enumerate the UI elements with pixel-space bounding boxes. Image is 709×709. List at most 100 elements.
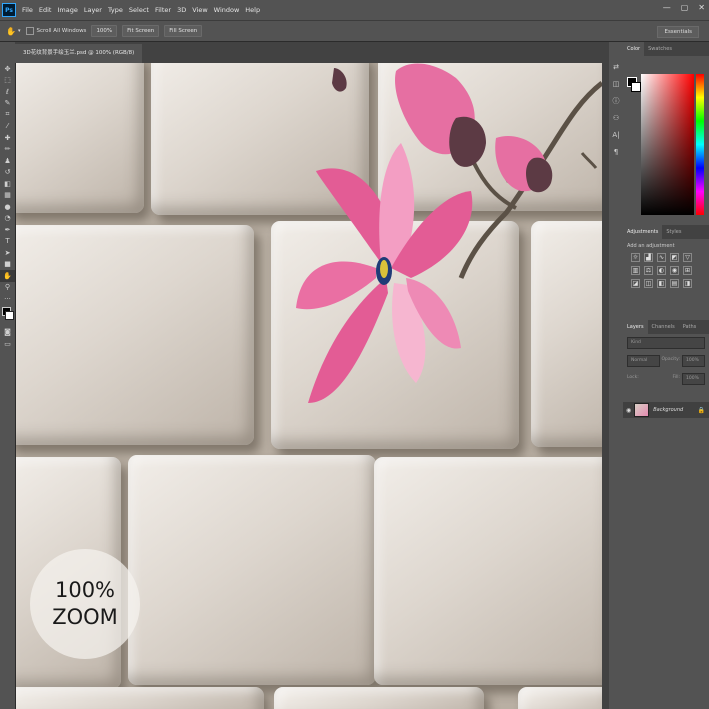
gradient-icon[interactable]: ▦ [0, 190, 15, 202]
threshold-icon[interactable]: ◧ [657, 279, 666, 288]
adjustments-panel: Adjustments Styles Add an adjustment ☼ ▟… [623, 225, 709, 320]
tab-styles[interactable]: Styles [662, 225, 685, 239]
type-icon[interactable]: T [0, 236, 15, 248]
lasso-icon[interactable]: ℓ [0, 86, 15, 98]
close-icon[interactable]: ✕ [698, 3, 705, 12]
tools-panel: ✥ ⬚ ℓ ✎ ⌗ ⁄ ✚ ✏ ♟ ↺ ◧ ▦ ● ◔ ✒ T ➤ ■ ✋ ⚲ … [0, 63, 16, 709]
zoom-badge: 100% ZOOM [30, 549, 140, 659]
opacity-field[interactable]: 100% [682, 355, 705, 367]
quick-select-icon[interactable]: ✎ [0, 98, 15, 110]
eyedropper-icon[interactable]: ⁄ [0, 121, 15, 133]
tab-adjustments[interactable]: Adjustments [623, 225, 663, 239]
minimize-icon[interactable]: — [663, 3, 671, 12]
rectangle-icon[interactable]: ■ [0, 259, 15, 271]
hand-icon[interactable]: ✋ [0, 270, 15, 282]
move-icon[interactable]: ✥ [0, 63, 15, 75]
zoom-icon[interactable]: ⚲ [0, 282, 15, 294]
window-controls: — ▢ ✕ [663, 3, 705, 12]
fill-screen-button[interactable]: Fill Screen [164, 25, 203, 37]
vibrance-icon[interactable]: ▽ [683, 253, 692, 262]
healing-icon[interactable]: ✚ [0, 132, 15, 144]
panel-icon-strip: ⇄ ◫ ⓘ ⚇ A| ¶ [609, 42, 624, 709]
scroll-all-label: Scroll All Windows [36, 28, 87, 34]
tab-paths[interactable]: Paths [679, 320, 701, 334]
fill-field[interactable]: 100% [682, 373, 705, 385]
menu-file[interactable]: File [19, 6, 36, 14]
hue-saturation-icon[interactable]: ▥ [631, 266, 640, 275]
menu-type[interactable]: Type [105, 6, 126, 14]
path-select-icon[interactable]: ➤ [0, 247, 15, 259]
color-balance-icon[interactable]: ⚖ [644, 266, 653, 275]
fit-screen-button[interactable]: Fit Screen [122, 25, 160, 37]
fill-label: Fill: [672, 375, 680, 380]
color-swatches-icon[interactable] [0, 305, 15, 327]
scroll-all-checkbox[interactable] [26, 27, 35, 35]
brightness-icon[interactable]: ☼ [631, 253, 640, 262]
info-icon[interactable]: ⓘ [609, 92, 623, 109]
adjustments-panel-tabs: Adjustments Styles [623, 225, 709, 239]
document-tab[interactable]: 3D花纹背景手绘玉兰.psd @ 100% (RGB/8) [15, 44, 143, 63]
selective-color-icon[interactable]: ◨ [683, 279, 692, 288]
character-icon[interactable]: A| [609, 126, 623, 143]
screen-mode-icon[interactable]: ▭ [0, 338, 15, 350]
history-icon[interactable]: ⇄ [609, 58, 623, 75]
menu-help[interactable]: Help [242, 6, 263, 14]
blend-mode-select[interactable]: Normal [627, 355, 660, 367]
properties-icon[interactable]: ◫ [609, 75, 623, 92]
hand-tool-icon[interactable]: ✋ [6, 27, 16, 36]
menu-3d[interactable]: 3D [174, 6, 189, 14]
tab-color[interactable]: Color [623, 42, 645, 56]
menu-edit[interactable]: Edit [36, 6, 55, 14]
layers-panel-tabs: Layers Channels Paths [623, 320, 709, 334]
exposure-icon[interactable]: ◩ [670, 253, 679, 262]
curves-icon[interactable]: ∿ [657, 253, 666, 262]
menu-image[interactable]: Image [54, 6, 80, 14]
history-brush-icon[interactable]: ↺ [0, 167, 15, 179]
background-color-swatch[interactable] [631, 82, 641, 92]
levels-icon[interactable]: ▟ [644, 253, 653, 262]
adjustment-icons: ☼ ▟ ∿ ◩ ▽ ▥ ⚖ ◐ ◉ ⊞ ◪ ◫ ◧ ▤ ◨ [623, 249, 709, 292]
lock-icon: 🔒 [697, 406, 705, 414]
zoom-100-button[interactable]: 100% [91, 25, 118, 37]
dodge-icon[interactable]: ◔ [0, 213, 15, 225]
paragraph-icon[interactable]: ¶ [609, 143, 623, 160]
layers-panel: Layers Channels Paths Kind Normal Opacit… [623, 320, 709, 709]
menu-select[interactable]: Select [126, 6, 152, 14]
canvas-scrollbar[interactable] [602, 42, 609, 709]
lock-label: Lock: [627, 375, 639, 380]
libraries-icon[interactable]: ⚇ [609, 109, 623, 126]
menu-bar: Ps File Edit Image Layer Type Select Fil… [0, 0, 709, 20]
workspace-select[interactable]: Essentials [657, 26, 699, 38]
brush-icon[interactable]: ✏ [0, 144, 15, 156]
visibility-eye-icon[interactable]: ◉ [626, 407, 631, 414]
color-picker-field[interactable] [641, 74, 694, 215]
eraser-icon[interactable]: ◧ [0, 178, 15, 190]
gradient-map-icon[interactable]: ▤ [670, 279, 679, 288]
blur-icon[interactable]: ● [0, 201, 15, 213]
layer-row-background[interactable]: ◉ Background 🔒 [623, 402, 709, 418]
canvas[interactable]: 100% ZOOM [16, 63, 602, 709]
marquee-icon[interactable]: ⬚ [0, 75, 15, 87]
crop-icon[interactable]: ⌗ [0, 109, 15, 121]
quick-mask-icon[interactable]: ◙ [0, 327, 15, 339]
stamp-icon[interactable]: ♟ [0, 155, 15, 167]
blend-opacity-row: Normal Opacity: 100% [623, 352, 709, 370]
menu-layer[interactable]: Layer [81, 6, 105, 14]
black-white-icon[interactable]: ◐ [657, 266, 666, 275]
channel-mixer-icon[interactable]: ⊞ [683, 266, 692, 275]
menu-window[interactable]: Window [211, 6, 243, 14]
tab-layers[interactable]: Layers [623, 320, 648, 334]
chevron-down-icon[interactable]: ▾ [18, 28, 21, 34]
menu-filter[interactable]: Filter [152, 6, 174, 14]
tab-channels[interactable]: Channels [648, 320, 679, 334]
menu-view[interactable]: View [189, 6, 210, 14]
tab-swatches[interactable]: Swatches [644, 42, 676, 56]
maximize-icon[interactable]: ▢ [681, 3, 689, 12]
posterize-icon[interactable]: ◫ [644, 279, 653, 288]
hue-slider[interactable] [696, 74, 704, 215]
pen-icon[interactable]: ✒ [0, 224, 15, 236]
layer-kind-filter[interactable]: Kind [627, 337, 705, 349]
photo-filter-icon[interactable]: ◉ [670, 266, 679, 275]
more-tools-icon[interactable]: ··· [0, 293, 15, 305]
invert-icon[interactable]: ◪ [631, 279, 640, 288]
